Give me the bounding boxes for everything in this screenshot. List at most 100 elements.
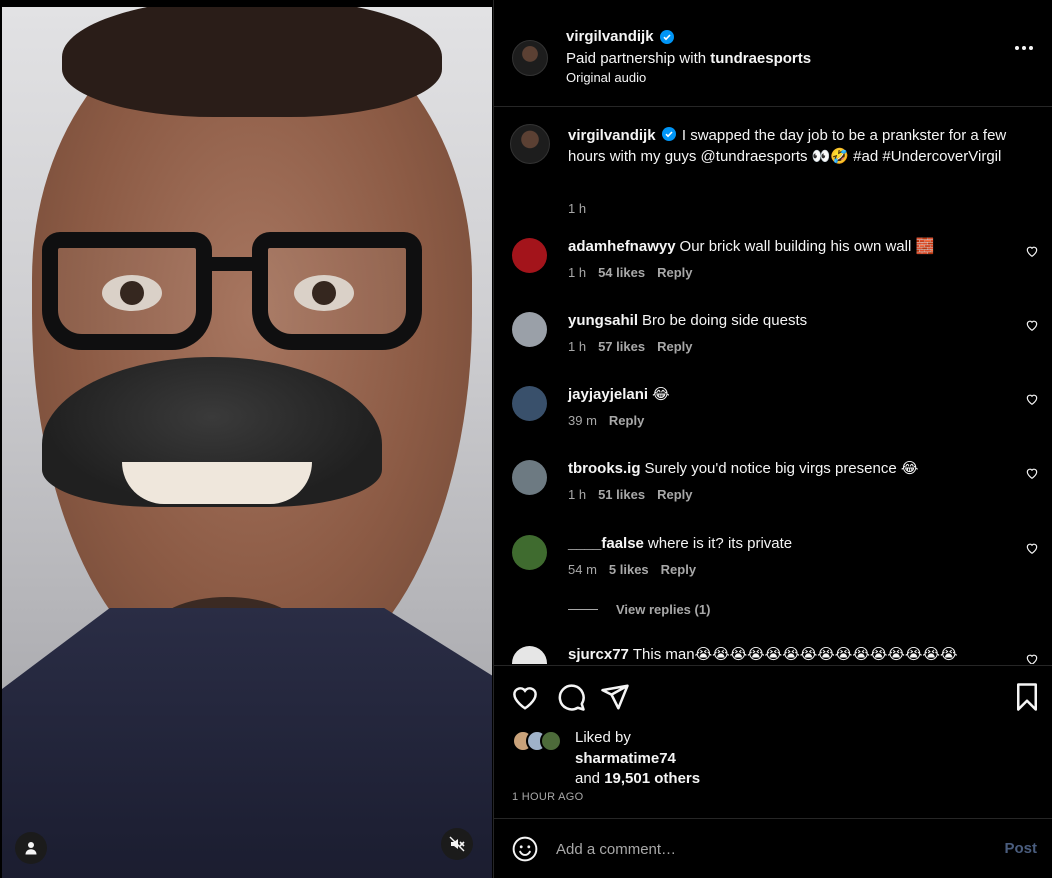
bookmark-icon[interactable] — [1012, 682, 1042, 712]
comment-text: Surely you'd notice big virgs presence 😂 — [644, 460, 919, 477]
verified-badge-icon — [661, 127, 676, 141]
post-header: virgilvandijk Paid partnership with tund… — [494, 0, 1052, 107]
view-replies-button[interactable]: View replies (1) — [568, 602, 710, 617]
author-username[interactable]: virgilvandijk — [566, 28, 654, 45]
video-frame-glasses — [252, 232, 422, 350]
comment-avatar[interactable] — [512, 312, 547, 347]
reply-button[interactable]: Reply — [661, 562, 696, 577]
comment-avatar[interactable] — [512, 386, 547, 421]
comment-username[interactable]: jayjayjelani — [568, 386, 648, 403]
verified-badge-icon — [659, 29, 674, 44]
post-details-panel: virgilvandijk Paid partnership with tund… — [493, 0, 1052, 878]
comment-meta: 54 m 5 likes Reply — [568, 562, 696, 577]
tagged-people-button[interactable] — [15, 832, 47, 864]
view-replies-label: View replies (1) — [616, 602, 711, 617]
liked-by-label: Liked by — [575, 729, 631, 746]
comment-time[interactable]: 1 h — [568, 339, 586, 354]
comment-text: Our brick wall building his own wall 🧱 — [679, 238, 935, 255]
caption-username[interactable]: virgilvandijk — [568, 127, 656, 144]
heart-icon[interactable] — [510, 682, 540, 712]
comment-username[interactable]: sjurcx77 — [568, 646, 629, 663]
comment-username[interactable]: ____faalse — [568, 535, 644, 552]
comment-text: where is it? its private — [647, 535, 793, 552]
smiley-face-icon[interactable] — [512, 836, 538, 862]
reply-button[interactable]: Reply — [609, 413, 644, 428]
heart-icon[interactable] — [1025, 652, 1039, 664]
comment-item: jayjayjelani 😂 39 m Reply — [494, 386, 1052, 446]
liker-avatar — [540, 730, 562, 752]
comment-item: ____faalse where is it? its private 54 m … — [494, 535, 1052, 595]
comment-item: tbrooks.ig Surely you'd notice big virgs … — [494, 460, 1052, 520]
heart-icon[interactable] — [1025, 318, 1039, 332]
comment-text: This man😭😭😭😭😭😭😭😭😭😭😭😭😭😭😭 — [632, 646, 958, 663]
liked-by-and: and — [575, 770, 601, 787]
video-frame-glasses-bridge — [207, 257, 257, 271]
comment-username[interactable]: tbrooks.ig — [568, 460, 641, 477]
audio-link[interactable]: Original audio — [566, 70, 646, 85]
send-icon[interactable] — [600, 682, 630, 712]
comment-body: tbrooks.ig Surely you'd notice big virgs … — [568, 460, 1008, 478]
likes-count[interactable]: 19,501 others — [604, 770, 700, 787]
person-icon — [25, 842, 37, 855]
comments-list[interactable]: virgilvandijk I swapped the day job to b… — [494, 108, 1052, 664]
video-frame-hair — [62, 7, 442, 117]
comment-body: ____faalse where is it? its private — [568, 535, 1008, 553]
heart-icon[interactable] — [1025, 392, 1039, 406]
author-avatar[interactable] — [512, 40, 548, 76]
comment-body: sjurcx77 This man😭😭😭😭😭😭😭😭😭😭😭😭😭😭😭 — [568, 646, 1008, 664]
comment-meta: 39 m Reply — [568, 413, 644, 428]
comment-username[interactable]: adamhefnawyy — [568, 238, 676, 255]
liked-by-user[interactable]: sharmatime74 — [575, 750, 676, 767]
caption-text: virgilvandijk I swapped the day job to b… — [568, 126, 1028, 167]
more-horizontal-icon — [1029, 46, 1033, 50]
heart-icon[interactable] — [1025, 541, 1039, 555]
comment-time[interactable]: 1 h — [568, 487, 586, 502]
comment-avatar[interactable] — [512, 535, 547, 570]
comment-time[interactable]: 39 m — [568, 413, 597, 428]
more-options-button[interactable] — [1015, 46, 1033, 50]
comment-username[interactable]: yungsahil — [568, 312, 638, 329]
mute-button[interactable] — [441, 828, 473, 860]
comment-body: jayjayjelani 😂 — [568, 386, 1008, 404]
heart-icon[interactable] — [1025, 244, 1039, 258]
comment-avatar[interactable] — [512, 646, 547, 664]
video-frame-teeth — [122, 462, 312, 504]
comment-item: sjurcx77 This man😭😭😭😭😭😭😭😭😭😭😭😭😭😭😭 — [494, 646, 1052, 664]
speaker-muted-icon — [449, 836, 465, 852]
post-comment-button[interactable]: Post — [1004, 840, 1037, 857]
comment-composer: Post — [494, 818, 1052, 878]
caption-author-avatar[interactable] — [510, 124, 550, 164]
heart-icon[interactable] — [1025, 466, 1039, 480]
comment-avatar[interactable] — [512, 238, 547, 273]
reel-video[interactable] — [2, 7, 492, 878]
comment-text: 😂 — [652, 386, 670, 403]
comment-likes[interactable]: 57 likes — [598, 339, 645, 354]
comment-bubble-icon[interactable] — [556, 682, 586, 712]
paid-partnership-prefix: Paid partnership with — [566, 50, 707, 67]
comment-input[interactable] — [556, 837, 976, 861]
comment-avatar[interactable] — [512, 460, 547, 495]
comment-meta: 1 h 51 likes Reply — [568, 487, 692, 502]
more-horizontal-icon — [1022, 46, 1026, 50]
comment-likes[interactable]: 51 likes — [598, 487, 645, 502]
post-actions: Liked by sharmatime74 and 19,501 others … — [494, 665, 1052, 818]
video-frame-shirt — [2, 608, 492, 878]
caption-time: 1 h — [568, 201, 587, 216]
comment-likes[interactable]: 5 likes — [609, 562, 649, 577]
comment-body: yungsahil Bro be doing side quests — [568, 312, 1008, 330]
comment-item: adamhefnawyy Our brick wall building his … — [494, 238, 1052, 298]
reply-button[interactable]: Reply — [657, 265, 692, 280]
post-time[interactable]: 1 HOUR AGO — [512, 791, 583, 803]
liked-by-avatars[interactable] — [512, 730, 572, 754]
comment-time[interactable]: 54 m — [568, 562, 597, 577]
author-username-row: virgilvandijk — [566, 28, 674, 45]
reply-button[interactable]: Reply — [657, 339, 692, 354]
comment-likes[interactable]: 54 likes — [598, 265, 645, 280]
reply-button[interactable]: Reply — [657, 487, 692, 502]
partner-link[interactable]: tundraesports — [710, 50, 811, 67]
view-replies-divider — [568, 609, 598, 610]
paid-partnership-label: Paid partnership with tundraesports — [566, 50, 811, 67]
comment-body: adamhefnawyy Our brick wall building his … — [568, 238, 1008, 256]
comment-time[interactable]: 1 h — [568, 265, 586, 280]
comment-item: yungsahil Bro be doing side quests 1 h 57… — [494, 312, 1052, 372]
